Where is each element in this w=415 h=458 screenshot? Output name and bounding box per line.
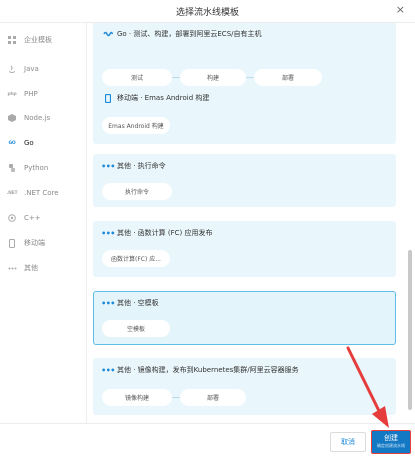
- template-card-empty[interactable]: ••• 其他 · 空模板 空模板: [93, 291, 396, 345]
- close-icon[interactable]: ×: [396, 3, 405, 17]
- create-button[interactable]: 创建 确定创建流水线: [371, 430, 411, 454]
- create-button-sublabel: 确定创建流水线: [377, 443, 405, 448]
- sidebar-item-label: .NET Core: [24, 189, 59, 197]
- go-icon: GO: [8, 140, 16, 146]
- dialog-header: 选择流水线模板 ×: [0, 0, 415, 23]
- sidebar-item-other[interactable]: 其他: [0, 259, 86, 277]
- grid-icon: [0, 36, 24, 44]
- pipeline-step: 构建: [180, 69, 246, 86]
- dialog-title: 选择流水线模板: [175, 8, 239, 18]
- pipeline-step: 测试: [102, 69, 172, 86]
- sidebar-item-label: Go: [24, 139, 34, 147]
- template-card-emas-android[interactable]: 移动端 · Emas Android 构建 Emas Android 构建: [93, 86, 396, 144]
- sidebar-item-label: Node.js: [24, 114, 51, 122]
- go-icon: [102, 31, 114, 37]
- template-title: 其他 · 函数计算 (FC) 应用发布: [117, 229, 213, 237]
- sidebar-item-label: PHP: [24, 90, 38, 98]
- more-icon: •••: [101, 365, 115, 375]
- pipeline-step: 部署: [254, 69, 322, 86]
- dialog-footer: 取消 创建 确定创建流水线: [0, 423, 415, 458]
- sidebar-item-nodejs[interactable]: Node.js: [0, 109, 86, 127]
- sidebar-item-go[interactable]: GO Go: [0, 134, 86, 152]
- template-list: Go · 测试、构建，部署到阿里云ECS/自有主机 测试 构建 部署 移动端 ·…: [87, 23, 405, 423]
- template-card-exec-command[interactable]: ••• 其他 · 执行命令 执行命令: [93, 154, 396, 207]
- template-dialog: 选择流水线模板 × 企业模板 Java php PHP Node.js GO G…: [0, 0, 415, 458]
- mobile-icon: [0, 238, 24, 248]
- sidebar-item-php[interactable]: php PHP: [0, 85, 86, 103]
- sidebar-item-java[interactable]: Java: [0, 60, 86, 78]
- more-icon: •••: [101, 298, 115, 308]
- create-button-label: 创建: [384, 434, 398, 442]
- sidebar-item-dotnet[interactable]: .NET .NET Core: [0, 184, 86, 202]
- sidebar-item-python[interactable]: Python: [0, 159, 86, 177]
- sidebar-item-label: 移动端: [24, 239, 45, 247]
- sidebar-item-label: 其他: [24, 264, 38, 272]
- mobile-icon: [102, 93, 114, 103]
- template-title: 其他 · 空模板: [117, 299, 159, 307]
- template-title: Go · 测试、构建，部署到阿里云ECS/自有主机: [117, 30, 262, 38]
- template-title: 移动端 · Emas Android 构建: [117, 94, 210, 102]
- cancel-button[interactable]: 取消: [330, 432, 366, 452]
- template-title: 其他 · 执行命令: [117, 162, 166, 170]
- pipeline-step: 空模板: [102, 320, 170, 337]
- pipeline-step: 函数计算(FC) 应...: [102, 250, 170, 267]
- nodejs-icon: [0, 114, 24, 122]
- language-sidebar: 企业模板 Java php PHP Node.js GO Go Python .…: [0, 23, 87, 423]
- java-icon: [0, 65, 24, 74]
- sidebar-item-enterprise[interactable]: 企业模板: [0, 31, 86, 49]
- sidebar-item-label: Java: [24, 65, 39, 73]
- python-icon: [0, 164, 24, 172]
- cpp-icon: [0, 214, 24, 222]
- scrollbar[interactable]: [408, 250, 412, 410]
- pipeline-step: 执行命令: [102, 183, 172, 200]
- sidebar-item-label: 企业模板: [24, 36, 52, 44]
- template-card-fc[interactable]: ••• 其他 · 函数计算 (FC) 应用发布 函数计算(FC) 应...: [93, 221, 396, 277]
- sidebar-item-label: Python: [24, 164, 49, 172]
- more-icon: [0, 267, 24, 270]
- sidebar-item-cpp[interactable]: C++: [0, 209, 86, 227]
- template-card-kubernetes[interactable]: ••• 其他 · 镜像构建，发布到Kubernetes集群/阿里云容器服务 镜像…: [93, 358, 396, 415]
- pipeline-step: 镜像构建: [102, 389, 172, 406]
- pipeline-step: Emas Android 构建: [102, 117, 170, 134]
- sidebar-item-label: C++: [24, 214, 41, 222]
- sidebar-item-mobile[interactable]: 移动端: [0, 234, 86, 252]
- pipeline-step: 部署: [180, 389, 246, 406]
- template-title: 其他 · 镜像构建，发布到Kubernetes集群/阿里云容器服务: [117, 366, 299, 374]
- more-icon: •••: [101, 161, 115, 171]
- php-icon: php: [7, 91, 17, 97]
- dotnet-icon: .NET: [6, 190, 18, 196]
- more-icon: •••: [101, 228, 115, 238]
